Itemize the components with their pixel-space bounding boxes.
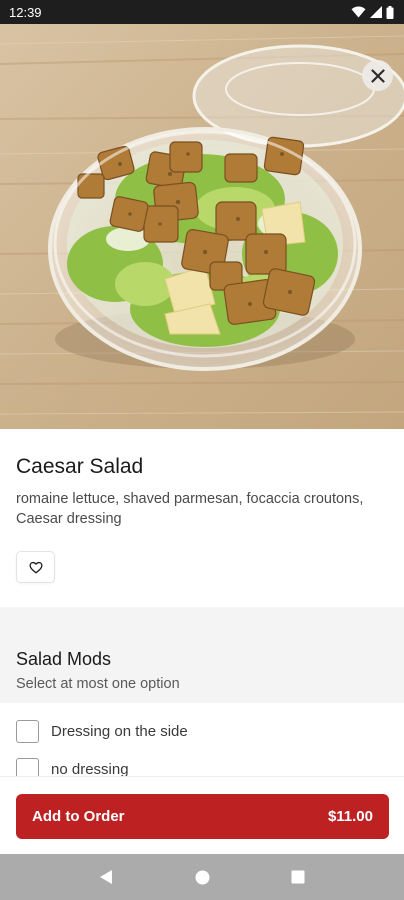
system-nav-bar: [0, 854, 404, 900]
recents-icon: [291, 870, 305, 884]
item-details: Caesar Salad romaine lettuce, shaved par…: [0, 429, 404, 607]
status-bar: 12:39: [0, 0, 404, 24]
favorite-button[interactable]: [16, 551, 55, 583]
close-icon: [370, 68, 385, 83]
add-to-order-button[interactable]: Add to Order $11.00: [16, 794, 389, 839]
status-icons: [351, 5, 394, 19]
salad-bowl-illustration: [0, 24, 404, 429]
heart-outline-icon: [28, 561, 43, 573]
option-no-dressing[interactable]: no dressing: [16, 757, 129, 776]
modifier-group-title: Salad Mods: [16, 649, 112, 669]
recents-button[interactable]: [278, 857, 318, 897]
back-icon: [100, 870, 112, 884]
option-dressing-on-side[interactable]: Dressing on the side: [16, 719, 188, 743]
order-bar: Add to Order $11.00: [0, 776, 404, 854]
item-title: Caesar Salad: [16, 455, 144, 478]
home-icon: [195, 870, 209, 884]
modifier-group-header: Salad Mods Select at most one option: [0, 607, 404, 703]
add-to-order-label: Add to Order: [32, 808, 125, 825]
signal-icon: [370, 6, 382, 18]
back-button[interactable]: [86, 857, 126, 897]
close-button[interactable]: [362, 60, 393, 91]
order-price: $11.00: [327, 808, 373, 825]
checkbox[interactable]: [16, 719, 39, 743]
home-button[interactable]: [182, 857, 222, 897]
battery-icon: [386, 5, 394, 19]
modifier-options: Dressing on the side no dressing: [0, 703, 404, 776]
modifier-group-subtitle: Select at most one option: [16, 676, 180, 692]
item-photo: [0, 24, 404, 429]
option-label: no dressing: [51, 760, 129, 777]
status-time: 12:39: [9, 4, 42, 20]
checkbox[interactable]: [16, 757, 39, 776]
item-description: romaine lettuce, shaved parmesan, focacc…: [16, 491, 364, 527]
wifi-icon: [351, 6, 366, 18]
option-label: Dressing on the side: [51, 722, 188, 740]
